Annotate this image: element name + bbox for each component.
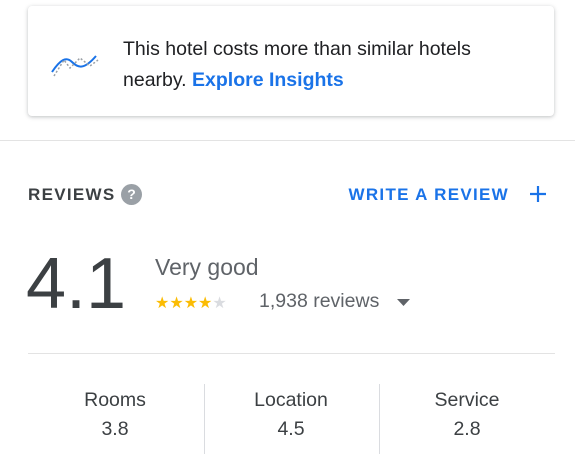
overall-rating: 4.1 — [26, 244, 127, 324]
rating-divider — [28, 353, 555, 354]
star-empty-icon: ★ — [212, 295, 227, 312]
price-insight-card: This hotel costs more than similar hotel… — [28, 6, 554, 116]
price-trend-icon — [51, 55, 99, 77]
category-divider — [204, 384, 205, 454]
help-icon[interactable]: ? — [121, 184, 142, 205]
insight-message: This hotel costs more than similar hotel… — [123, 34, 533, 96]
rating-label: Very good — [155, 254, 259, 280]
star-rating: ★★★★★ — [155, 293, 227, 313]
category-score: 3.8 — [101, 418, 129, 440]
reviews-heading: REVIEWS — [28, 185, 116, 204]
star-icon: ★ — [183, 295, 199, 312]
review-count[interactable]: 1,938 reviews — [259, 290, 379, 313]
category-divider — [379, 384, 380, 454]
category-name: Location — [254, 389, 328, 411]
category-rooms: Rooms 3.8 — [35, 386, 195, 444]
category-score: 2.8 — [453, 418, 481, 440]
category-name: Rooms — [84, 389, 146, 411]
category-location: Location 4.5 — [211, 386, 371, 444]
caret-down-icon[interactable] — [396, 298, 411, 308]
star-icon: ★ — [155, 295, 170, 312]
star-icon: ★ — [198, 295, 213, 312]
write-review-button[interactable]: WRITE A REVIEW — [349, 185, 510, 205]
category-name: Service — [434, 389, 500, 411]
plus-icon[interactable] — [528, 184, 548, 204]
star-icon: ★ — [169, 295, 184, 312]
section-divider — [0, 140, 575, 141]
category-score: 4.5 — [277, 418, 305, 440]
explore-insights-link[interactable]: Explore Insights — [192, 69, 344, 91]
category-service: Service 2.8 — [387, 386, 547, 444]
